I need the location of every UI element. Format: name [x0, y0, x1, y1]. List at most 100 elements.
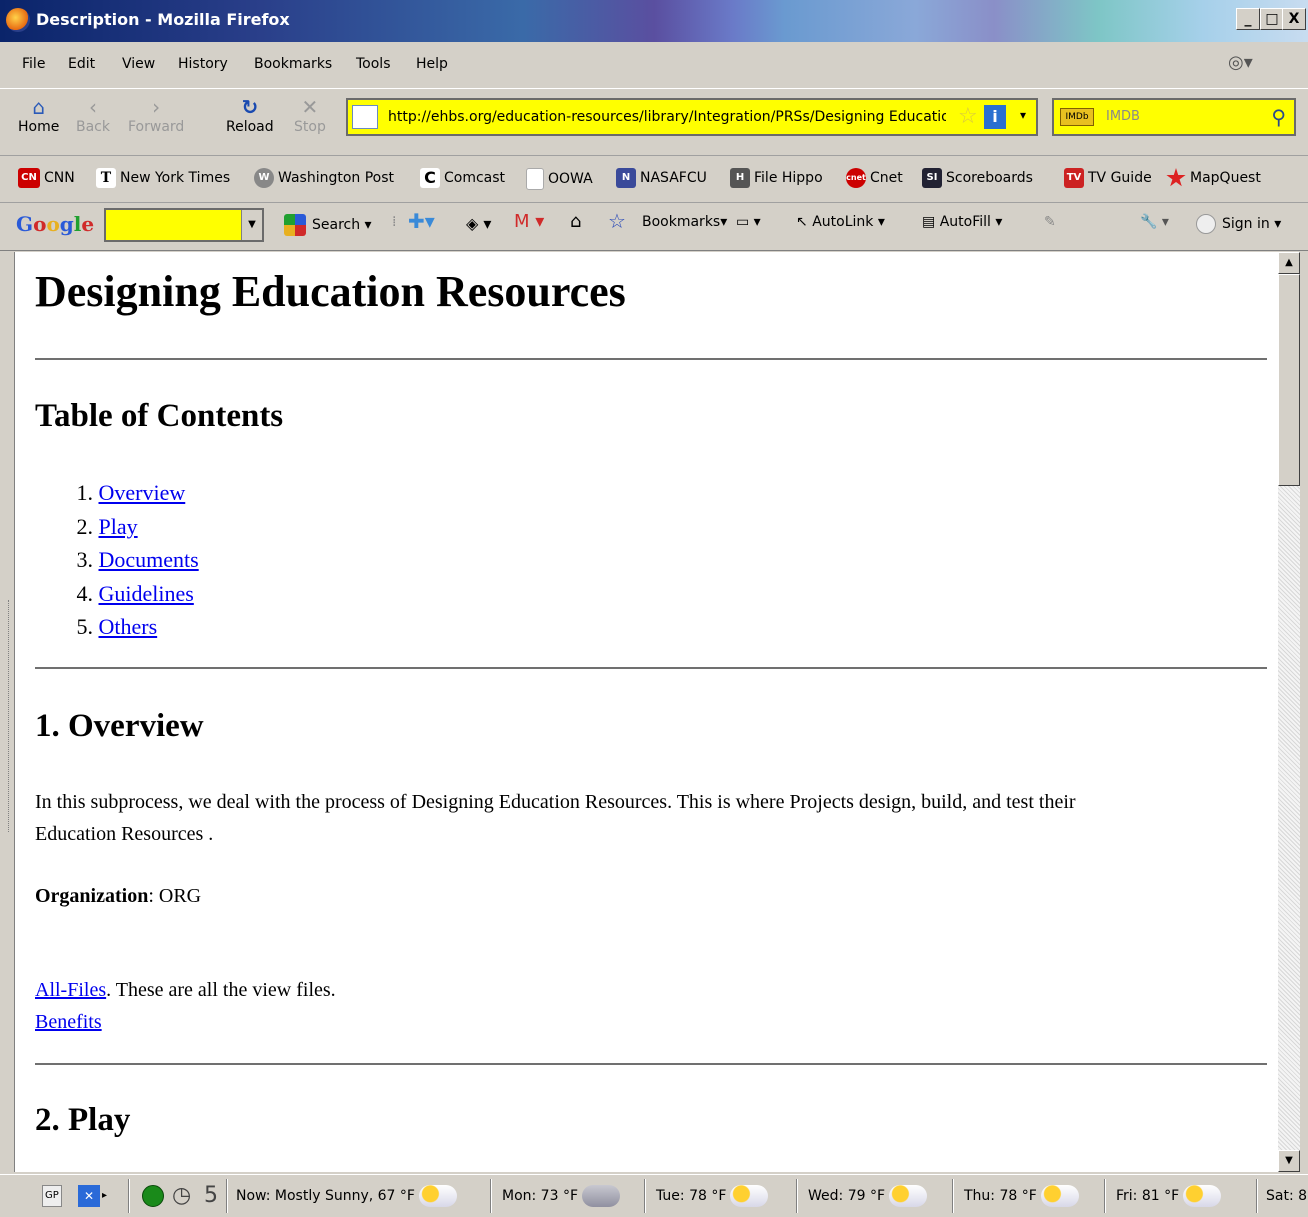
toc-link-play[interactable]: Play	[99, 514, 138, 539]
bookmark-star-icon[interactable]: ☆	[958, 104, 978, 130]
search-input[interactable]: IMDB	[1106, 109, 1140, 124]
partly-cloudy-icon	[889, 1185, 928, 1207]
autolink-button[interactable]: ↖ AutoLink ▾	[796, 214, 885, 230]
menu-help[interactable]: Help	[416, 56, 448, 72]
toc-item: 2. Play	[35, 510, 199, 544]
menu-history[interactable]: History	[178, 56, 228, 72]
bookmark-scoreboards[interactable]: SI Scoreboards	[922, 168, 1033, 188]
google-search-input[interactable]: ▼	[104, 208, 264, 242]
scroll-up-button[interactable]: ▲	[1278, 252, 1300, 274]
weather-sat[interactable]: Sat: 8	[1266, 1181, 1307, 1211]
bookmark-label: Comcast	[444, 170, 506, 186]
url-bar[interactable]: http://ehbs.org/education-resources/libr…	[346, 98, 1038, 136]
organization-label: Organization	[35, 885, 149, 907]
minimize-button[interactable]: _	[1236, 8, 1260, 30]
stop-label: Stop	[294, 119, 326, 135]
menu-bookmarks[interactable]: Bookmarks	[254, 56, 332, 72]
overview-heading: 1. Overview	[35, 708, 204, 744]
autofill-button[interactable]: ▤ AutoFill ▾	[922, 214, 1002, 230]
toc-link-documents[interactable]: Documents	[99, 547, 199, 572]
weather-mon[interactable]: Mon: 73 °F	[502, 1181, 621, 1211]
add-button-icon[interactable]: ✚▾	[408, 209, 435, 233]
back-button[interactable]: ‹ Back	[76, 95, 110, 135]
settings-wrench-icon[interactable]: 🔧 ▾	[1140, 214, 1169, 230]
menu-tools[interactable]: Tools	[356, 56, 391, 72]
scroll-down-button[interactable]: ▼	[1278, 1150, 1300, 1172]
window-title: Description - Mozilla Firefox	[36, 10, 290, 29]
bookmarks-star-icon[interactable]: ☆	[608, 209, 626, 233]
google-bookmarks-button[interactable]: Bookmarks▾	[642, 214, 727, 230]
sidewiki-icon[interactable]: ◈ ▾	[466, 214, 491, 233]
bookmark-tv-guide[interactable]: TV TV Guide	[1064, 168, 1152, 188]
bookmark-mapquest[interactable]: * MapQuest	[1166, 168, 1261, 188]
nyt-icon: T	[96, 168, 116, 188]
weather-wed[interactable]: Wed: 79 °F	[808, 1181, 928, 1211]
menu-edit[interactable]: Edit	[68, 56, 95, 72]
gp-button[interactable]: GP	[42, 1185, 62, 1207]
vertical-scrollbar[interactable]: ▲ ▼	[1278, 252, 1300, 1172]
overview-text-line-1: In this subprocess, we deal with the pro…	[35, 791, 1076, 813]
tv-guide-icon: TV	[1064, 168, 1084, 188]
forward-button[interactable]: › Forward	[128, 95, 184, 135]
search-icon[interactable]: ⚲	[1271, 105, 1286, 129]
url-dropdown-icon[interactable]: ▾	[1020, 108, 1026, 122]
menu-file[interactable]: File	[22, 56, 45, 72]
toc-link-guidelines[interactable]: Guidelines	[99, 581, 194, 606]
maximize-button[interactable]: □	[1260, 8, 1284, 30]
translate-icon[interactable]: ▭ ▾	[736, 214, 761, 230]
bookmark-cnn[interactable]: CN CNN	[18, 168, 75, 188]
partly-cloudy-icon	[1040, 1185, 1079, 1207]
toc-item: 5. Others	[35, 610, 199, 644]
sign-in-button[interactable]: Sign in ▾	[1196, 214, 1281, 234]
url-text: http://ehbs.org/education-resources/libr…	[388, 109, 946, 125]
menu-view[interactable]: View	[122, 56, 155, 72]
x-app-icon[interactable]: ✕	[78, 1185, 100, 1207]
bookmark-washington-post[interactable]: W Washington Post	[254, 168, 394, 188]
weather-thu-label: Thu: 78 °F	[964, 1188, 1037, 1204]
autofill-label: AutoFill	[939, 214, 991, 230]
bookmark-cnet[interactable]: cnet Cnet	[846, 168, 903, 188]
reload-button[interactable]: ↻ Reload	[226, 95, 274, 135]
imdb-engine-icon[interactable]: IMDb	[1060, 108, 1094, 126]
status-menu-arrow-icon[interactable]: ▸	[102, 1181, 107, 1211]
toc-link-overview[interactable]: Overview	[99, 480, 186, 505]
scroll-thumb[interactable]	[1278, 274, 1300, 486]
sign-in-icon	[1196, 214, 1216, 234]
weather-tue[interactable]: Tue: 78 °F	[656, 1181, 769, 1211]
status-separator	[490, 1179, 492, 1213]
benefits-link[interactable]: Benefits	[35, 1011, 102, 1033]
firefox-icon	[6, 8, 30, 32]
stop-button[interactable]: ✕ Stop	[294, 95, 326, 135]
highlighter-icon[interactable]: ✎	[1044, 214, 1056, 230]
close-button[interactable]: X	[1282, 8, 1306, 30]
clock-icon[interactable]: ◷	[172, 1181, 191, 1211]
table-of-contents: 1. Overview 2. Play 3. Documents 4. Guid…	[35, 476, 199, 644]
pagerank-icon[interactable]: ⌂	[570, 211, 581, 232]
status-separator	[128, 1179, 130, 1213]
bookmark-oowa[interactable]: OOWA	[526, 168, 593, 190]
search-bar[interactable]: IMDb IMDB ⚲	[1052, 98, 1296, 136]
all-files-link[interactable]: All-Files	[35, 979, 106, 1001]
bookmark-label: CNN	[44, 170, 75, 186]
organization-line: Organization: ORG	[35, 880, 201, 912]
bookmark-new-york-times[interactable]: T New York Times	[96, 168, 230, 188]
activity-throbber-icon: ◎▾	[1228, 52, 1253, 73]
toc-heading: Table of Contents	[35, 398, 284, 434]
site-identity-icon[interactable]	[352, 105, 378, 129]
bookmark-file-hippo[interactable]: H File Hippo	[730, 168, 823, 188]
weather-fri[interactable]: Fri: 81 °F	[1116, 1181, 1222, 1211]
toolbar-separator: ⁞	[392, 214, 397, 230]
forward-label: Forward	[128, 119, 185, 135]
weather-now[interactable]: Now: Mostly Sunny, 67 °F	[236, 1181, 457, 1211]
bookmark-nasafcu[interactable]: N NASAFCU	[616, 168, 707, 188]
google-search-dropdown-icon[interactable]: ▼	[241, 210, 262, 240]
home-button[interactable]: ⌂ Home	[18, 95, 59, 135]
google-search-button[interactable]: Search ▾	[284, 214, 372, 236]
info-icon[interactable]: i	[984, 105, 1006, 129]
bookmark-comcast[interactable]: C Comcast	[420, 168, 505, 188]
weather-thu[interactable]: Thu: 78 °F	[964, 1181, 1079, 1211]
toc-link-others[interactable]: Others	[99, 614, 158, 639]
back-label: Back	[76, 119, 110, 135]
gmail-icon[interactable]: M ▾	[514, 211, 544, 232]
status-indicator-icon[interactable]	[142, 1185, 164, 1207]
